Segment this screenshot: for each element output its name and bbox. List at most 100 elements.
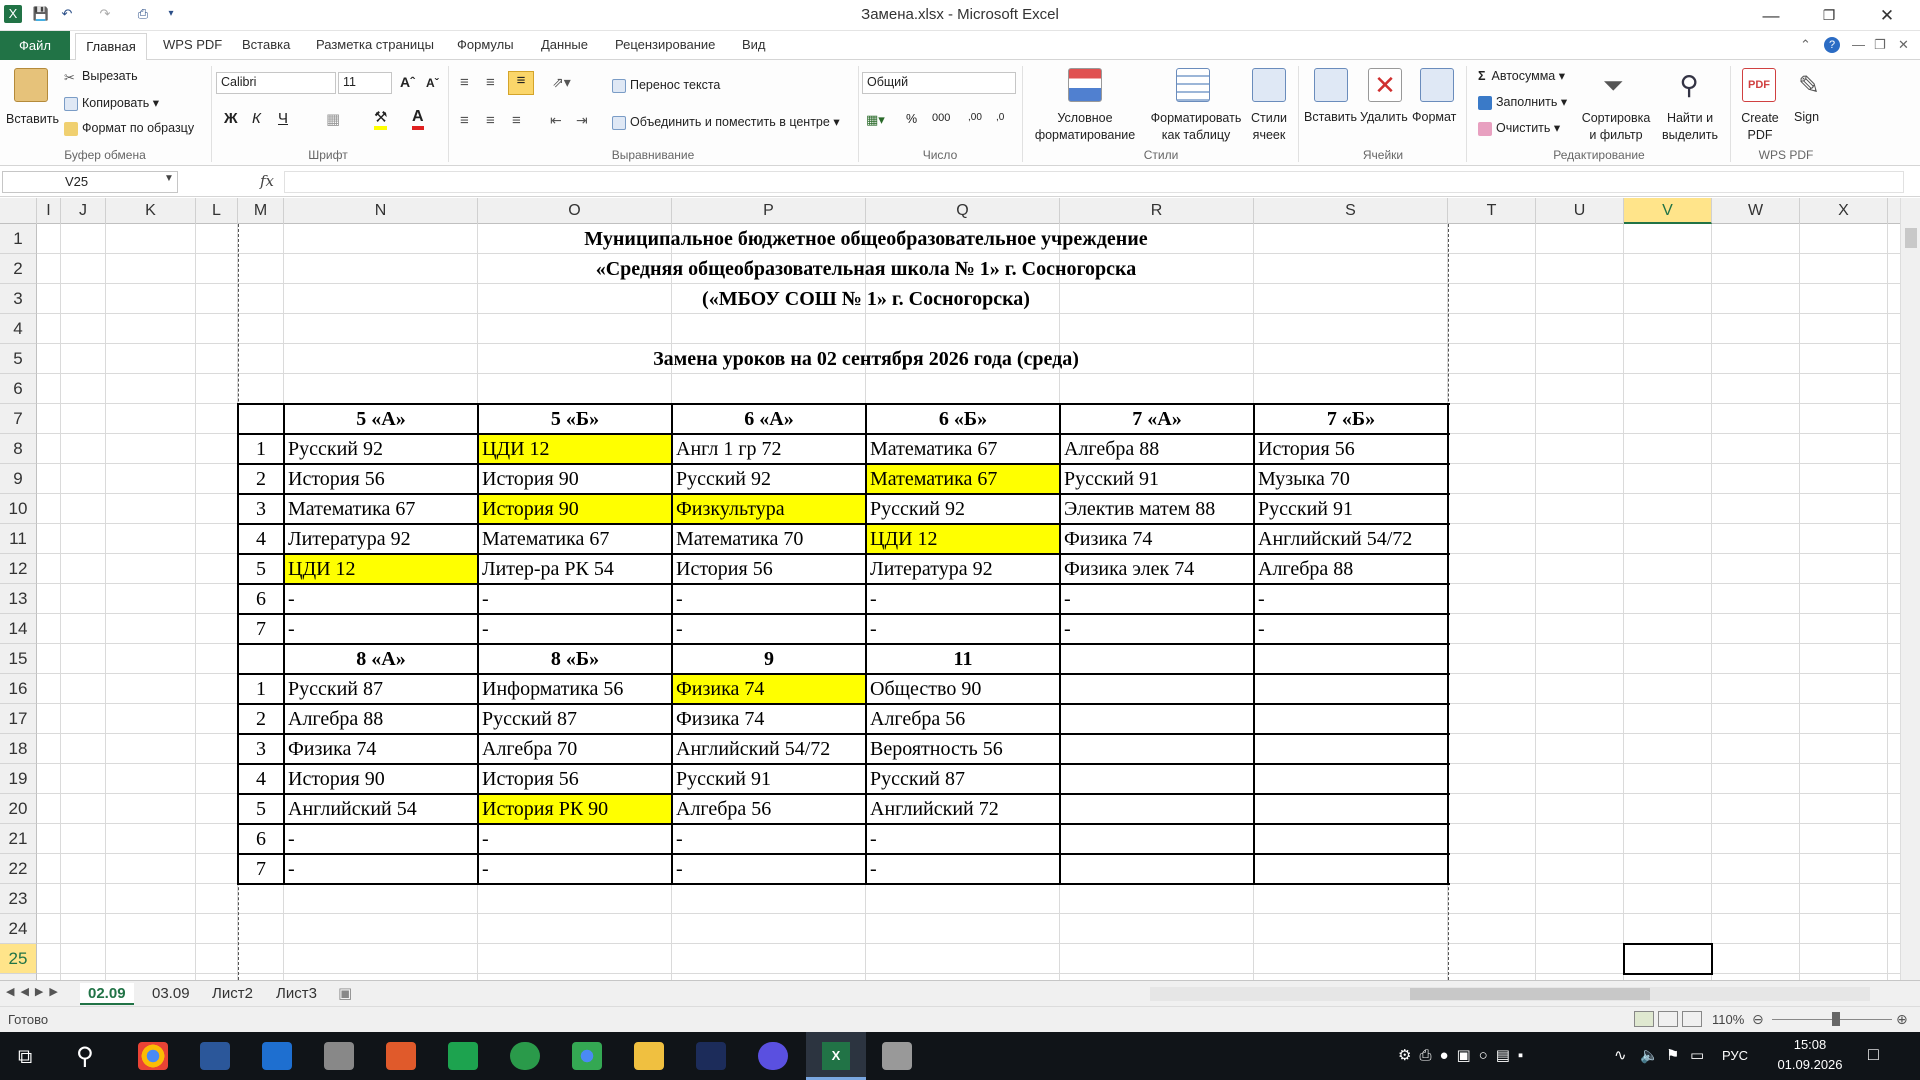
horizontal-scrollbar[interactable]	[1150, 987, 1870, 1001]
lesson-cell[interactable]: ЦДИ 12	[284, 555, 478, 583]
font-color-icon[interactable]: A	[412, 108, 424, 130]
lesson-cell[interactable]: -	[866, 855, 1060, 883]
lesson-cell[interactable]: История 56	[478, 765, 672, 793]
lesson-cell[interactable]: Математика 70	[672, 525, 866, 553]
row-header[interactable]: 17	[0, 704, 37, 734]
name-box-dropdown-icon[interactable]: ▼	[164, 173, 174, 184]
find-select-icon[interactable]: ⚲	[1672, 68, 1706, 102]
normal-view-icon[interactable]	[1634, 1011, 1654, 1027]
lesson-cell[interactable]: Английский 54/72	[1254, 525, 1448, 553]
number-format-combo[interactable]: Общий	[862, 72, 1016, 94]
decrease-indent-icon[interactable]: ⇤	[550, 112, 562, 129]
lesson-cell[interactable]	[1254, 765, 1448, 793]
lesson-cell[interactable]: -	[672, 855, 866, 883]
align-center-icon[interactable]: ≡	[486, 112, 495, 129]
shrink-font-icon[interactable]: Aˇ	[426, 76, 439, 90]
column-header-w[interactable]: W	[1712, 198, 1800, 224]
name-box[interactable]: V25	[2, 171, 178, 193]
align-bottom-icon[interactable]: ≡	[508, 71, 534, 95]
class-header[interactable]: 7 «Б»	[1254, 405, 1448, 433]
format-cells-button[interactable]: Формат	[1412, 110, 1456, 124]
lesson-cell[interactable]: -	[284, 615, 478, 643]
row-header[interactable]: 16	[0, 674, 37, 704]
lesson-cell[interactable]: -	[284, 855, 478, 883]
vertical-scrollbar[interactable]	[1900, 198, 1920, 980]
font-size-combo[interactable]: 11	[338, 72, 392, 94]
lesson-cell[interactable]	[1254, 825, 1448, 853]
create-pdf-icon[interactable]: PDF	[1742, 68, 1776, 102]
lesson-number[interactable]: 6	[238, 825, 284, 853]
sort-filter-button[interactable]: Сортировка и фильтр	[1578, 110, 1654, 144]
word-icon[interactable]	[200, 1042, 230, 1070]
lesson-cell[interactable]: Литература 92	[866, 555, 1060, 583]
column-header-o[interactable]: O	[478, 198, 672, 224]
app-purple-icon[interactable]	[758, 1042, 788, 1070]
lesson-cell[interactable]: Русский 87	[284, 675, 478, 703]
zoom-level[interactable]: 110%	[1712, 1012, 1744, 1027]
wrap-text-button[interactable]: Перенос текста	[612, 78, 720, 93]
input-language[interactable]: РУС	[1722, 1048, 1748, 1063]
row-header[interactable]: 5	[0, 344, 37, 374]
row-header[interactable]: 23	[0, 884, 37, 914]
chrome-alt-icon[interactable]	[572, 1042, 602, 1070]
lesson-cell[interactable]: Математика 67	[284, 495, 478, 523]
lesson-cell[interactable]: Электив матем 88	[1060, 495, 1254, 523]
active-cell-cursor[interactable]	[1623, 943, 1713, 975]
lesson-cell[interactable]	[1060, 825, 1254, 853]
lesson-cell[interactable]: Общество 90	[866, 675, 1060, 703]
row-header[interactable]: 4	[0, 314, 37, 344]
worksheet-grid[interactable]: 1 2 3 4 5 6 7 8 9 10 11 12 13 14 15 16 17 18 19 20 21 22 23 24 2…	[0, 224, 1900, 980]
sheet-nav-arrows[interactable]: ◀◀▶▶	[6, 985, 64, 998]
cut-button[interactable]: ✂ Вырезать	[64, 69, 138, 85]
lesson-cell[interactable]: Английский 54/72	[672, 735, 866, 763]
column-header-i[interactable]: I	[37, 198, 61, 224]
lesson-cell[interactable]: Физика 74	[1060, 525, 1254, 553]
file-explorer-icon[interactable]	[634, 1042, 664, 1070]
lesson-number[interactable]: 5	[238, 555, 284, 583]
cell-styles-icon[interactable]	[1252, 68, 1286, 102]
chrome-icon[interactable]	[138, 1042, 168, 1070]
sheet-tab-0209[interactable]: 02.09	[80, 983, 134, 1005]
conditional-format-icon[interactable]	[1068, 68, 1102, 102]
lesson-cell[interactable]: История 90	[478, 495, 672, 523]
format-cells-icon[interactable]	[1420, 68, 1454, 102]
format-as-table-icon[interactable]	[1176, 68, 1210, 102]
column-header-j[interactable]: J	[61, 198, 106, 224]
column-header-u[interactable]: U	[1536, 198, 1624, 224]
cell-styles-button[interactable]: Стили ячеек	[1244, 110, 1294, 144]
lesson-cell[interactable]	[1060, 735, 1254, 763]
tab-formulas[interactable]: Формулы	[457, 37, 514, 52]
page-break-view-icon[interactable]	[1682, 1011, 1702, 1027]
tray-icons[interactable]: ⚙⎙●▣○▤▪	[1398, 1046, 1531, 1064]
row-header[interactable]: 12	[0, 554, 37, 584]
lesson-cell[interactable]: Русский 87	[866, 765, 1060, 793]
class-header[interactable]: 7 «А»	[1060, 405, 1254, 433]
notifications-icon[interactable]: □	[1868, 1044, 1879, 1065]
class-header[interactable]: 6 «Б»	[866, 405, 1060, 433]
excel-taskbar-item[interactable]: X	[806, 1032, 866, 1080]
lesson-cell[interactable]: -	[284, 585, 478, 613]
lesson-cell[interactable]: Алгебра 88	[1254, 555, 1448, 583]
lesson-cell[interactable]: -	[478, 855, 672, 883]
lesson-cell[interactable]: -	[1254, 615, 1448, 643]
format-as-table-button[interactable]: Форматировать как таблицу	[1140, 110, 1252, 144]
app-blue-icon[interactable]	[262, 1042, 292, 1070]
column-header-m[interactable]: M	[238, 198, 284, 224]
lesson-cell[interactable]: История РК 90	[478, 795, 672, 823]
lesson-cell[interactable]: Литер-ра РК 54	[478, 555, 672, 583]
zoom-out-icon[interactable]: ⊖	[1752, 1011, 1764, 1028]
grow-font-icon[interactable]: Aˆ	[400, 74, 415, 90]
restore-button[interactable]: ❐	[1806, 0, 1852, 31]
lesson-cell[interactable]: Вероятность 56	[866, 735, 1060, 763]
column-header-k[interactable]: K	[106, 198, 196, 224]
column-header-t[interactable]: T	[1448, 198, 1536, 224]
thousands-icon[interactable]: 000	[932, 112, 950, 124]
insert-function-icon[interactable]: fx	[260, 172, 274, 190]
class-header[interactable]: 6 «А»	[672, 405, 866, 433]
row-header[interactable]: 24	[0, 914, 37, 944]
lesson-cell[interactable]: ЦДИ 12	[478, 435, 672, 463]
class-header[interactable]	[1060, 645, 1254, 673]
row-header[interactable]: 8	[0, 434, 37, 464]
app-green-icon[interactable]	[448, 1042, 478, 1070]
tab-view[interactable]: Вид	[742, 37, 766, 52]
